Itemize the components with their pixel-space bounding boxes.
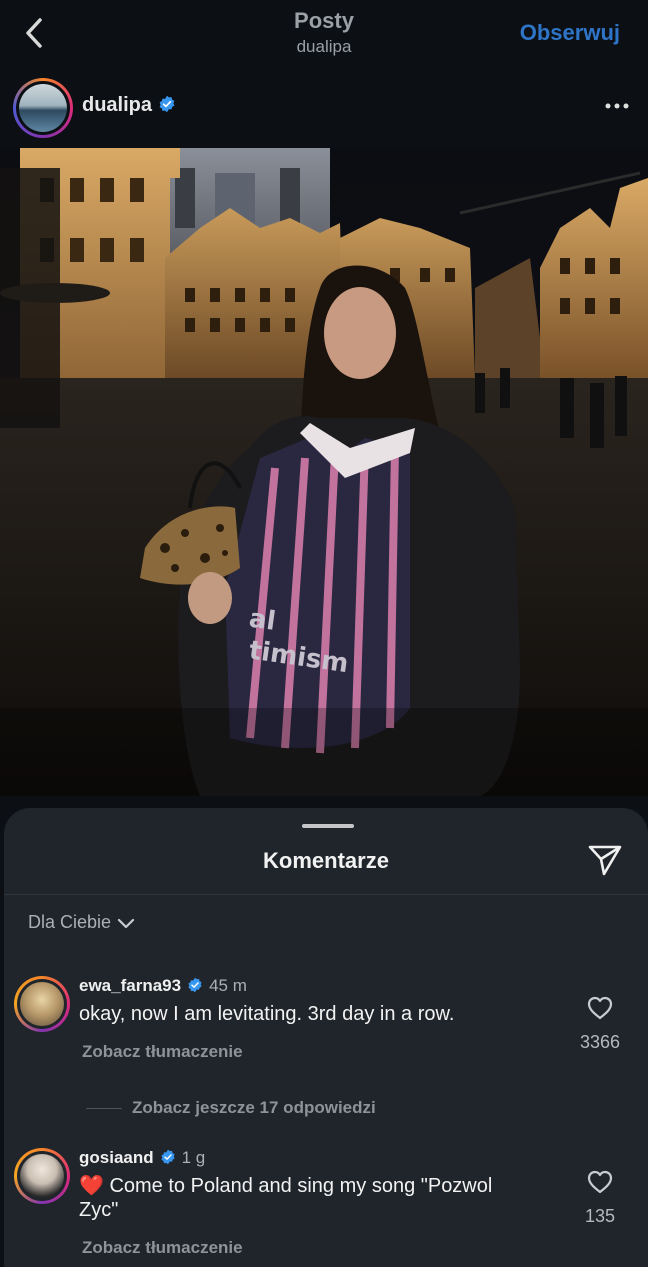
avatar[interactable] [13, 78, 73, 138]
post-username[interactable]: dualipa [82, 94, 176, 117]
comment-time: 1 g [181, 1148, 206, 1167]
comment-avatar[interactable] [14, 1148, 70, 1204]
send-icon[interactable] [588, 844, 622, 876]
chevron-down-icon [117, 918, 135, 929]
post-header: dualipa [0, 68, 648, 148]
sort-label: Dla Ciebie [28, 912, 112, 932]
like-count: 135 [584, 1206, 616, 1226]
see-translation-link[interactable]: Zobacz tłumaczenie [82, 1042, 243, 1062]
comments-sheet: Komentarze Dla Ciebie ewa_farna93 45 m o… [4, 808, 648, 1267]
comment-username-label: ewa_farna93 [79, 976, 182, 995]
more-dots-icon[interactable] [604, 94, 630, 118]
see-translation-link[interactable]: Zobacz tłumaczenie [82, 1238, 243, 1258]
avatar-image [19, 84, 67, 132]
top-bar: Posty dualipa Obserwuj [0, 0, 648, 68]
post-photo-illustration: al timism [0, 148, 648, 796]
comment-username[interactable]: gosiaand 1 g [79, 1148, 205, 1168]
comment-text: okay, now I am levitating. 3rd day in a … [79, 1003, 455, 1025]
post-username-label: dualipa [82, 94, 153, 116]
comment-text: ❤️ Come to Poland and sing my song "Pozw… [79, 1175, 493, 1221]
jersey-text: al [247, 604, 277, 637]
comment-time: 45 m [209, 976, 247, 995]
verified-badge-icon [161, 1149, 175, 1165]
heart-icon[interactable] [587, 996, 613, 1020]
sheet-drag-handle[interactable] [302, 824, 354, 828]
post-photo[interactable]: al timism [0, 148, 648, 796]
sort-dropdown[interactable]: Dla Ciebie [28, 912, 135, 933]
comment-username-label: gosiaand [79, 1148, 154, 1167]
verified-badge-icon [188, 977, 202, 993]
comment-avatar[interactable] [14, 976, 70, 1032]
like-count: 3366 [579, 1032, 621, 1052]
comment-avatar-image [20, 1154, 64, 1198]
heart-icon[interactable] [587, 1170, 613, 1194]
comment-like: 135 [576, 1170, 624, 1227]
comment-like: 3366 [576, 996, 624, 1053]
comment-avatar-image [20, 982, 64, 1026]
verified-badge-icon [159, 95, 175, 113]
sheet-divider [4, 894, 648, 895]
view-replies-link[interactable]: Zobacz jeszcze 17 odpowiedzi [86, 1098, 376, 1118]
comments-title: Komentarze [263, 848, 389, 873]
follow-button[interactable]: Obserwuj [520, 20, 620, 46]
comment-username[interactable]: ewa_farna93 45 m [79, 976, 247, 996]
